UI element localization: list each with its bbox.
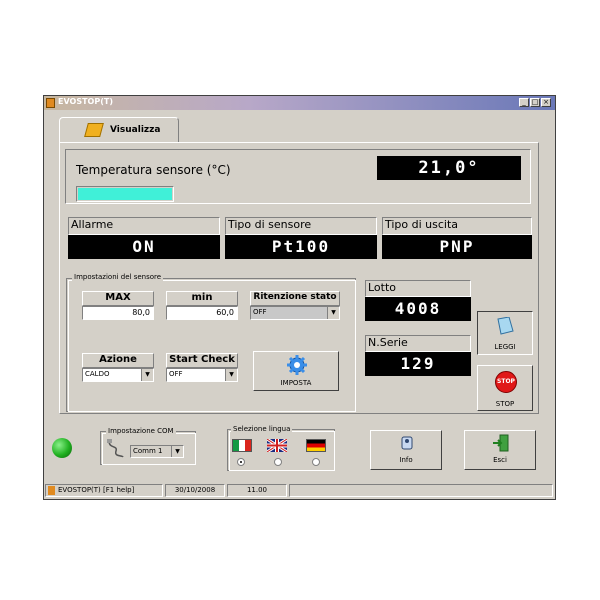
- stop-icon: STOP: [495, 371, 517, 393]
- min-label: min: [166, 291, 238, 306]
- leggi-label: LEGGI: [494, 343, 516, 351]
- chevron-down-icon[interactable]: ▼: [141, 369, 153, 381]
- status-bar: EVOSTOP(T) [F1 help] 30/10/2008 11.00: [44, 483, 555, 499]
- stop-button[interactable]: STOP STOP: [477, 365, 533, 411]
- imposta-button[interactable]: IMPOSTA: [253, 351, 339, 391]
- allarme-display: ON: [68, 235, 220, 259]
- stop-label: STOP: [495, 400, 515, 408]
- gear-icon: [287, 355, 307, 375]
- allarme-label: Allarme: [68, 217, 220, 235]
- nserie-display: 129: [365, 352, 471, 376]
- minimize-button[interactable]: _: [519, 98, 529, 107]
- german-flag-icon[interactable]: [306, 439, 326, 452]
- chevron-down-icon[interactable]: ▼: [225, 369, 237, 381]
- imposta-label: IMPOSTA: [280, 379, 312, 387]
- tipo-uscita-label: Tipo di uscita: [382, 217, 532, 235]
- com-port-select[interactable]: Comm 1 ▼: [130, 445, 184, 458]
- start-check-value: OFF: [169, 370, 183, 378]
- nserie-label: N.Serie: [365, 335, 471, 352]
- azione-label: Azione: [82, 353, 154, 368]
- lotto-label: Lotto: [365, 280, 471, 297]
- temperature-bar-fill: [78, 188, 172, 200]
- azione-select[interactable]: CALDO ▼: [82, 368, 154, 382]
- ritenzione-label: Ritenzione stato: [250, 291, 340, 306]
- exit-door-icon: [493, 434, 509, 452]
- radio-english[interactable]: [274, 458, 282, 466]
- uk-flag-icon[interactable]: [267, 439, 287, 452]
- tipo-uscita-display: PNP: [382, 235, 532, 259]
- start-check-label: Start Check: [166, 353, 238, 368]
- status-date: 30/10/2008: [165, 484, 225, 497]
- max-label: MAX: [82, 291, 154, 306]
- status-app-text: EVOSTOP(T) [F1 help]: [58, 486, 135, 494]
- status-time: 11.00: [227, 484, 287, 497]
- tipo-sensore-label: Tipo di sensore: [225, 217, 377, 235]
- cable-icon: [107, 439, 124, 458]
- azione-value: CALDO: [85, 370, 110, 378]
- status-led: [52, 438, 72, 458]
- radio-deutsch[interactable]: [312, 458, 320, 466]
- chevron-down-icon[interactable]: ▼: [171, 446, 183, 457]
- temperature-display: 21,0°: [377, 156, 521, 180]
- temperature-bar: [76, 186, 174, 202]
- ritenzione-value: OFF: [253, 308, 267, 316]
- status-app: EVOSTOP(T) [F1 help]: [45, 484, 163, 497]
- status-empty: [289, 484, 553, 497]
- italian-flag-icon[interactable]: [232, 439, 252, 452]
- info-button[interactable]: Info: [370, 430, 442, 470]
- tipo-sensore-display: Pt100: [225, 235, 377, 259]
- ritenzione-select[interactable]: OFF ▼: [250, 306, 340, 320]
- chevron-down-icon[interactable]: ▼: [327, 307, 339, 319]
- info-label: Info: [399, 456, 413, 464]
- lingua-group-title: Selezione lingua: [231, 425, 293, 433]
- window-title: EVOSTOP(T): [58, 97, 113, 106]
- folder-icon: [84, 123, 104, 137]
- close-button[interactable]: ×: [541, 98, 551, 107]
- page-icon: [497, 317, 514, 335]
- impostazioni-group-title: Impostazioni del sensore: [72, 273, 164, 281]
- start-check-select[interactable]: OFF ▼: [166, 368, 238, 382]
- com-group-title: Impostazione COM: [106, 427, 176, 435]
- max-input[interactable]: 80,0: [82, 306, 154, 320]
- lotto-display: 4008: [365, 297, 471, 321]
- info-icon: [401, 436, 413, 450]
- tab-panel: Temperatura sensore (°C) 21,0° Allarme O…: [59, 142, 539, 414]
- title-bar[interactable]: EVOSTOP(T) _ □ ×: [44, 96, 555, 110]
- maximize-button[interactable]: □: [530, 98, 540, 107]
- com-port-value: Comm 1: [133, 447, 163, 455]
- min-input[interactable]: 60,0: [166, 306, 238, 320]
- main-window: EVOSTOP(T) _ □ × Visualizza Temperatura …: [43, 95, 556, 500]
- leggi-button[interactable]: LEGGI: [477, 311, 533, 355]
- esci-label: Esci: [493, 456, 507, 464]
- app-icon: [46, 98, 55, 108]
- esci-button[interactable]: Esci: [464, 430, 536, 470]
- app-small-icon: [48, 486, 55, 495]
- tab-label: Visualizza: [110, 125, 161, 135]
- radio-italiano[interactable]: [237, 458, 245, 466]
- tab-visualizza[interactable]: Visualizza: [59, 117, 179, 143]
- temperature-label: Temperatura sensore (°C): [76, 163, 231, 177]
